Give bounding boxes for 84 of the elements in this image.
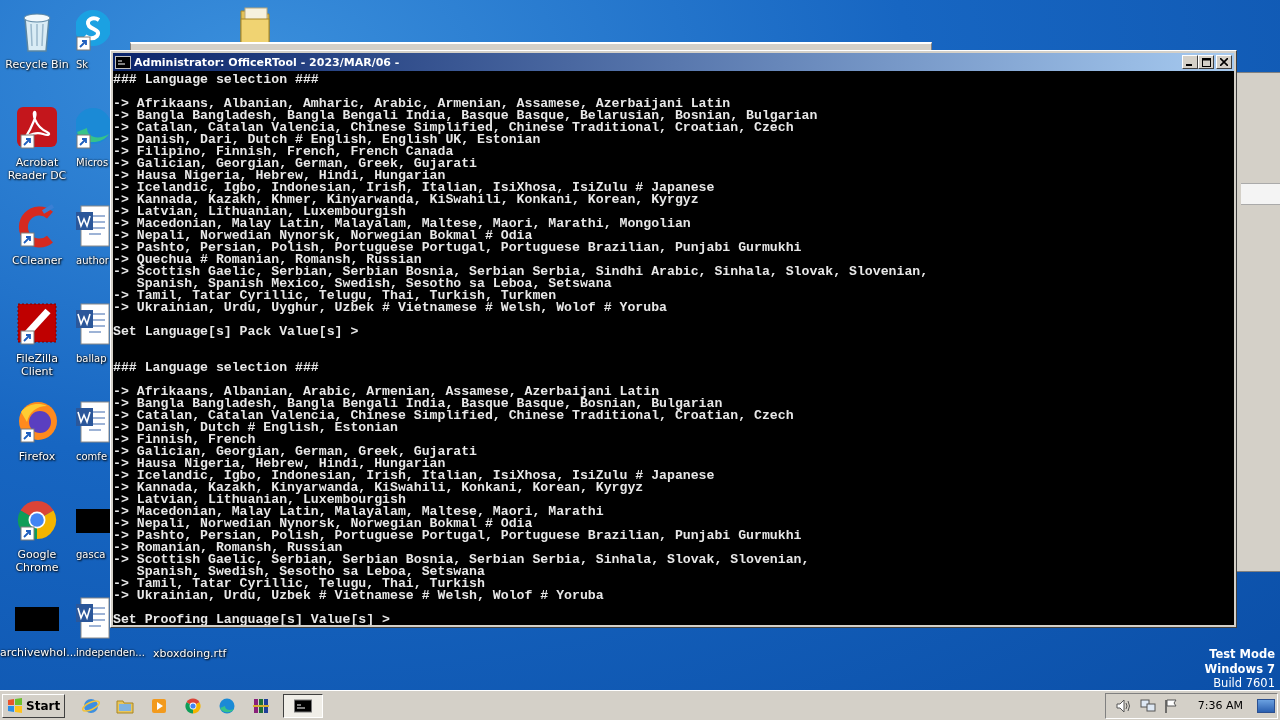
icon-label: xboxdoing.rtf: [153, 647, 227, 660]
windows-logo-icon: [7, 698, 23, 713]
console-line: -> Catalan, Catalan Valencia, Chinese Simplified, Chinese Traditional, Croatian, Czech: [113, 410, 794, 422]
console-line: -> Nepali, Norwedian Nynorsk, Norwegian Bokmal # Odia: [113, 230, 533, 242]
show-desktop-button[interactable]: [1257, 698, 1275, 713]
console-icon: [115, 55, 131, 69]
icon-label: FileZilla Client: [15, 352, 59, 378]
minimize-button[interactable]: [1182, 55, 1198, 69]
console-line: -> Tamil, Tatar Cyrillic, Telugu, Thai, Turkish: [113, 578, 485, 590]
console-line: -> Bangla Bangladesh, Bangla Bengali India, Basque Basque, Bosnian, Bulgarian: [113, 398, 723, 410]
console-line: -> Danish, Dutch # English, Estonian: [113, 422, 398, 434]
console-line: -> Hausa Nigeria, Hebrew, Hindi, Hungarian: [113, 170, 446, 182]
maximize-button[interactable]: [1198, 55, 1214, 69]
icon-label: independen...: [76, 646, 145, 659]
icon-label: Sk: [76, 58, 89, 71]
swirl-icon: [218, 696, 237, 715]
console-line: -> Latvian, Lithuanian, Luxembourgish: [113, 206, 406, 218]
icon-label: author: [76, 254, 109, 267]
console-line: -> Afrikaans, Albanian, Amharic, Arabic, Armenian, Assamese, Azerbaijani Latin: [113, 98, 731, 110]
icon-label: archivewhol...: [0, 646, 74, 659]
console-line: -> Afrikaans, Albanian, Arabic, Armenian, Assamese, Azerbaijani Latin: [113, 386, 660, 398]
console-line: Spanish, Swedish, Sesotho sa Leboa, Setswana: [135, 566, 485, 578]
console-line: -> Galician, Georgian, German, Greek, Gujarati: [113, 158, 478, 170]
console-line: -> Kannada, Kazakh, Kinyarwanda, KiSwahili, Konkani, Korean, Kyrgyz: [113, 482, 644, 494]
icon-label: Acrobat Reader DC: [6, 156, 68, 182]
console-line: -> Pashto, Persian, Polish, Portuguese Portugal, Portuguese Brazilian, Punjabi Gurmukhi: [113, 242, 802, 254]
document-icon[interactable]: [76, 202, 110, 250]
console-line: -> Icelandic, Igbo, Indonesian, Irish, Italian, IsiXhosa, IsiZulu # Japanese: [113, 470, 715, 482]
books-icon: [252, 696, 271, 715]
console-line: -> Icelandic, Igbo, Indonesian, Irish, Italian, IsiXhosa, IsiZulu # Japanese: [113, 182, 715, 194]
icon-label: gasca: [76, 548, 106, 561]
icon-label: comfe: [76, 450, 108, 463]
console-line: -> Ukrainian, Urdu, Uyghur, Uzbek # Vietnamese # Welsh, Wolof # Yoruba: [113, 302, 667, 314]
console-icon: [294, 696, 313, 715]
close-icon: [1220, 58, 1228, 66]
console-line: -> Scottish Gaelic, Serbian, Serbian Bosnia, Serbian Serbia, Sindhi Arabic, Sinhala, Slovak, Slovenian,: [113, 266, 929, 278]
system-notice: Windows 7: [1204, 661, 1275, 676]
console-line: -> Pashto, Persian, Polish, Portuguese Portugal, Portuguese Brazilian, Punjabi Gurmukhi: [113, 530, 802, 542]
flag-icon[interactable]: [1163, 698, 1178, 713]
icon-label: Google Chrome: [14, 548, 60, 574]
play-icon: [150, 696, 169, 715]
system-notice: Build 7601: [1213, 676, 1275, 690]
folder-icon[interactable]: [239, 5, 271, 43]
console-line: -> Tamil, Tatar Cyrillic, Telugu, Thai, Turkish, Turkmen: [113, 290, 557, 302]
window-title: Administrator: OfficeRTool - 2023/MAR/06 -: [134, 55, 400, 69]
icon-label: Micros: [76, 156, 109, 169]
document-icon[interactable]: [76, 398, 110, 446]
console-line: -> Nepali, Norwedian Nynorsk, Norwegian Bokmal # Odia: [113, 518, 533, 530]
document-icon[interactable]: [76, 594, 110, 642]
network-icon[interactable]: [1139, 698, 1156, 713]
document-icon[interactable]: [76, 300, 110, 348]
ring-logo-icon: [184, 696, 203, 715]
taskbar-button[interactable]: [283, 693, 324, 718]
console-line: -> Catalan, Catalan Valencia, Chinese Simplified, Chinese Traditional, Croatian, Czech: [113, 122, 794, 134]
icon-label: Firefox: [18, 450, 56, 463]
console-line: -> Scottish Gaelic, Serbian, Serbian Bosnia, Serbian Serbia, Sinhala, Slovak, Slovenian,: [113, 554, 810, 566]
maximize-icon: [1201, 57, 1211, 67]
console-line: -> Hausa Nigeria, Hebrew, Hindi, Hungarian: [113, 458, 446, 470]
console-line: -> Latvian, Lithuanian, Luxembourgish: [113, 494, 406, 506]
console-line: -> Quechua # Romanian, Romansh, Russian: [113, 254, 422, 266]
clock[interactable]: 7:36 AM: [1197, 699, 1243, 712]
speaker-icon[interactable]: [1115, 698, 1132, 713]
console-prompt: Set Proofing Language[s] Value[s] >: [113, 614, 390, 625]
console-line: -> Ukrainian, Urdu, Uzbek # Vietnamese # Welsh, Wolof # Yoruba: [113, 590, 604, 602]
icon-label: CCleaner: [11, 254, 63, 267]
console-line: -> Finnish, French: [113, 434, 256, 446]
close-button[interactable]: [1216, 55, 1232, 69]
console-line: -> Filipino, Finnish, French, French Canada: [113, 146, 454, 158]
console-line: -> Macedonian, Malay Latin, Malayalam, Maltese, Maori, Marathi, Mongolian: [113, 218, 691, 230]
console-line: -> Danish, Dari, Dutch # English, English UK, Estonian: [113, 134, 541, 146]
icon-label: ballap: [76, 352, 107, 365]
console-prompt: Set Language[s] Pack Value[s] >: [113, 326, 359, 338]
console-line: -> Macedonian, Malay Latin, Malayalam, Maltese, Maori, Marathi: [113, 506, 604, 518]
console-line: -> Kannada, Kazakh, Khmer, Kinyarwanda, KiSwahili, Konkani, Korean, Kyrgyz: [113, 194, 699, 206]
system-notice: Test Mode: [1209, 647, 1275, 662]
console-line: -> Bangla Bangladesh, Bangla Bengali India, Basque Basque, Belarusian, Bosnian, Bulgarian: [113, 110, 818, 122]
globe-icon: [82, 696, 101, 715]
icon-label: Recycle Bin: [5, 58, 69, 71]
console-line: -> Galician, Georgian, German, Greek, Gujarati: [113, 446, 478, 458]
console-line: -> Romanian, Romansh, Russian: [113, 542, 343, 554]
console-heading: ### Language selection ###: [113, 362, 319, 374]
start-button[interactable]: Start: [2, 693, 66, 718]
console-heading: ### Language selection ###: [113, 74, 319, 86]
console-line: Spanish, Spanish Mexico, Swedish, Sesotho sa Leboa, Setswana: [135, 278, 612, 290]
